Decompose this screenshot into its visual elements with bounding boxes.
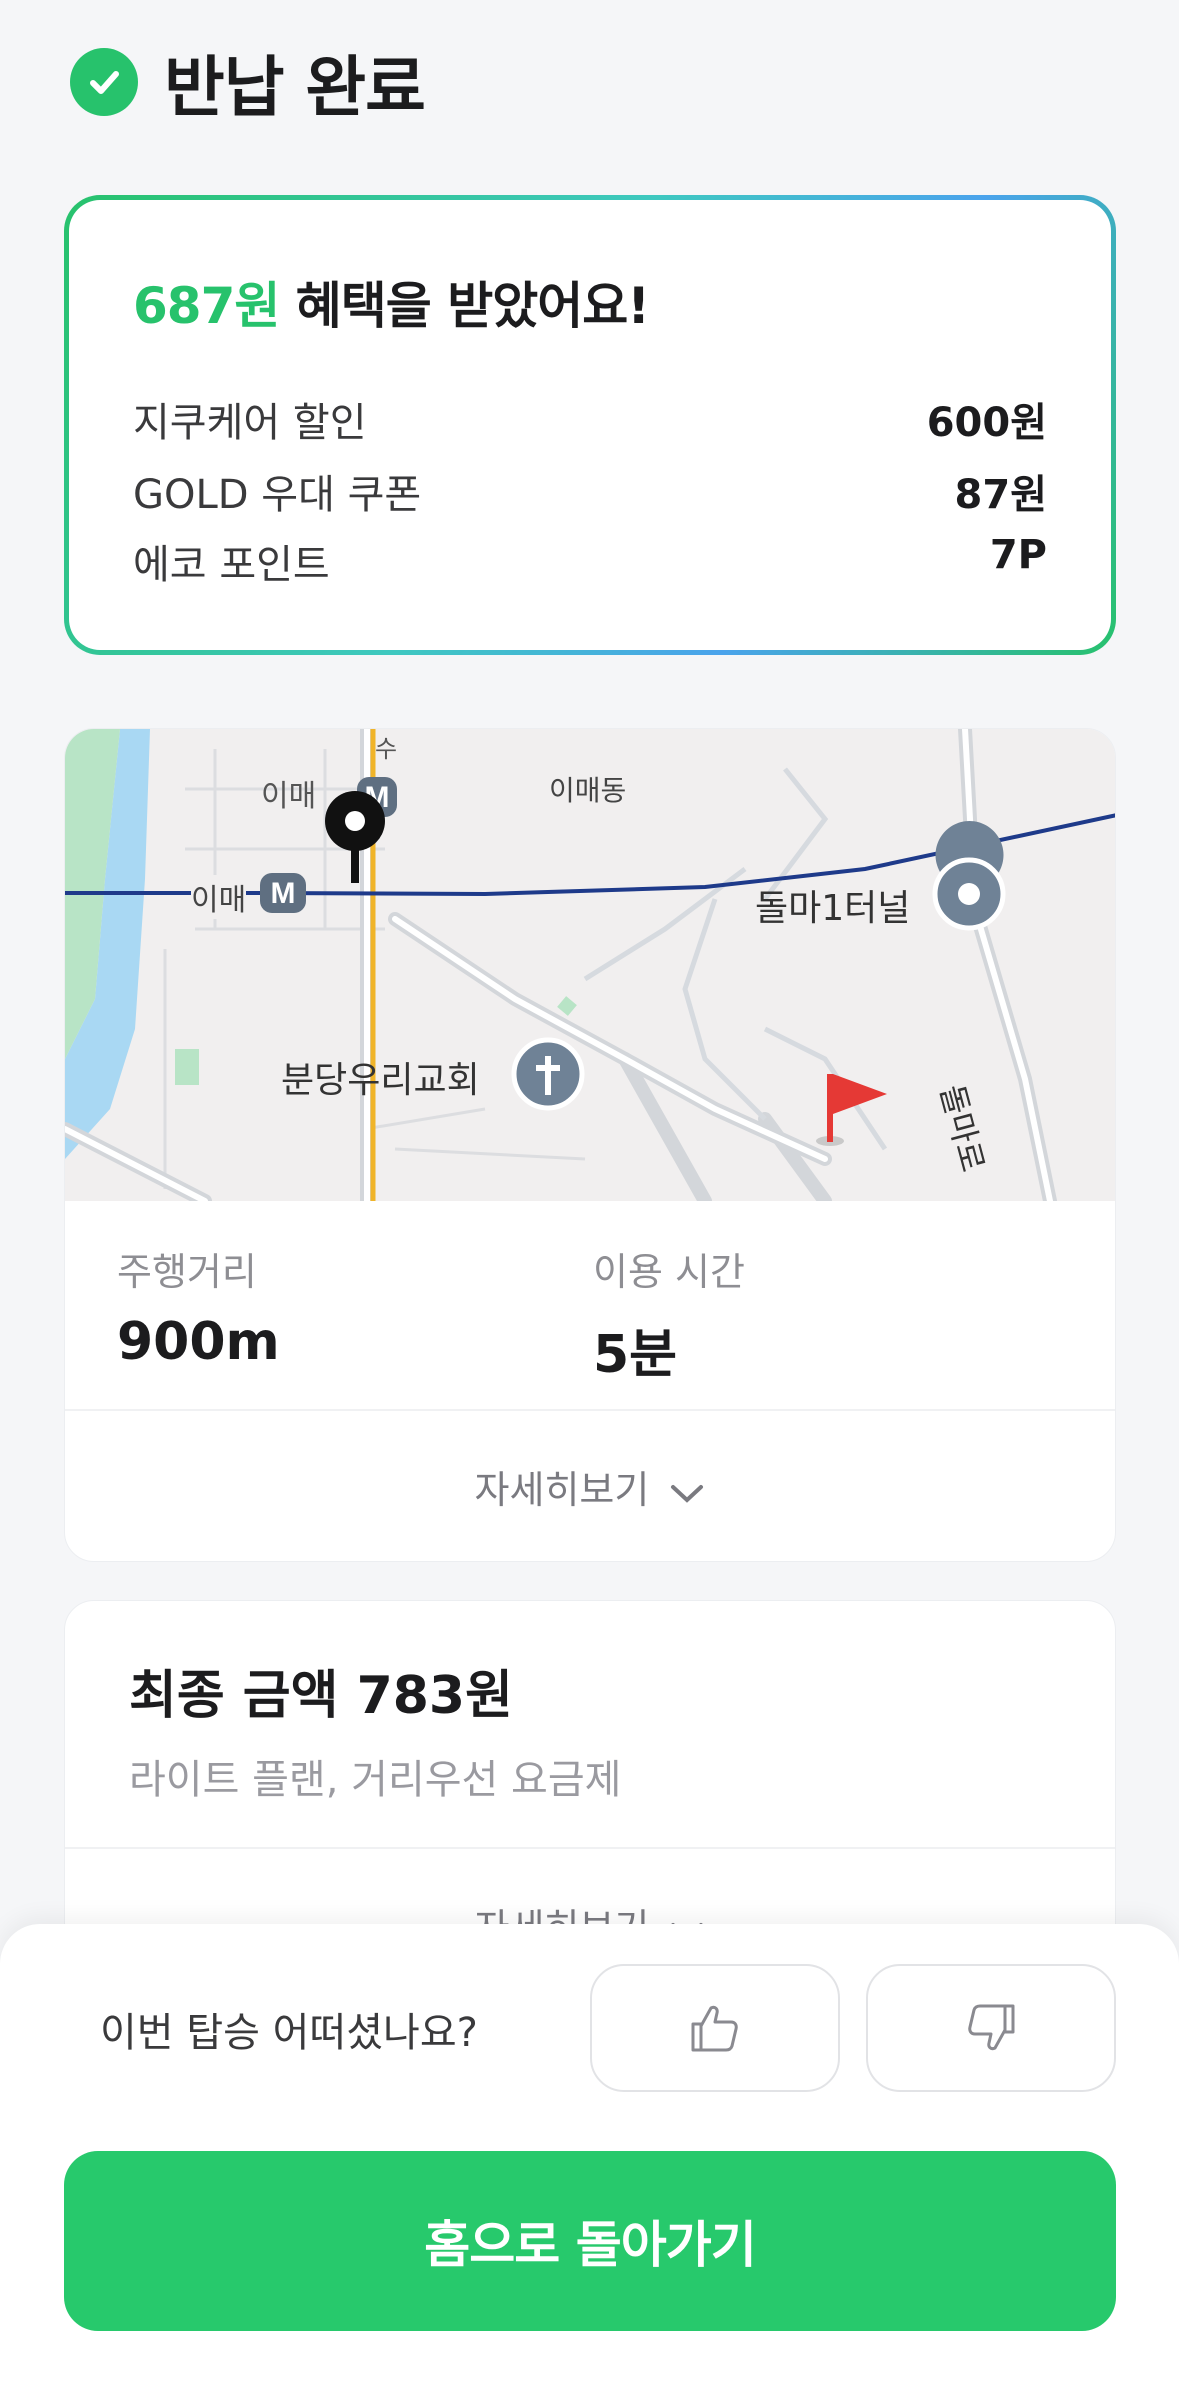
benefit-title-suffix: 혜택을 받았어요! [279,277,650,335]
map-label-station-top: 이매 [261,779,317,814]
distance-stat: 주행거리 900m [117,1241,280,1372]
benefit-row-care-discount: 지쿠케어 할인 600원 [133,390,1047,448]
time-stat: 이용 시간 5분 [593,1241,745,1387]
map-label-church: 분당우리교회 [281,1060,480,1101]
benefit-card: 687원 혜택을 받았어요! 지쿠케어 할인 600원 GOLD 우대 쿠폰 8… [64,195,1116,655]
distance-label: 주행거리 [117,1250,257,1294]
map-label-station-left: 이매 [191,875,247,919]
benefit-value: 7P [989,532,1047,578]
map-label-neighborhood: 이매동 [549,774,627,807]
benefit-amount: 687원 [133,277,280,335]
benefit-row-eco-point: 에코 포인트 7P [133,532,1047,590]
divider [65,1409,1115,1411]
trip-details-toggle[interactable]: 자세히보기 [65,1459,1115,1514]
map-label-terminal: 돌마1터널 [755,888,911,929]
thumbs-up-icon [691,2005,738,2052]
check-circle-icon [70,48,138,116]
benefit-label: 지쿠케어 할인 [133,400,367,446]
rating-question: 이번 탑승 어떠셨나요? [100,2010,478,2056]
header: 반납 완료 [70,34,426,130]
thumbs-up-button[interactable] [590,1964,840,2092]
route-map[interactable]: M M 이매 수 이매 이매동 돌마1터널 분당우리교회 돌마로 [65,729,1115,1201]
time-label: 이용 시간 [593,1250,745,1294]
fare-card: 최종 금액 783원 라이트 플랜, 거리우선 요금제 자세히보기 [64,1600,1116,1960]
benefit-title: 687원 혜택을 받았어요! [133,266,650,338]
thumbs-down-icon [968,2004,1015,2051]
distance-value: 900m [117,1312,280,1372]
svg-text:M: M [271,877,296,910]
home-button[interactable]: 홈으로 돌아가기 [64,2151,1116,2331]
time-value: 5분 [593,1325,678,1385]
map-label-road-top: 수 [375,735,398,763]
page-title: 반납 완료 [164,49,426,126]
fare-title: 최종 금액 783원 [129,1666,513,1726]
thumbs-down-button[interactable] [866,1964,1116,2092]
trip-details-label: 자세히보기 [474,1468,650,1512]
benefit-value: 600원 [926,400,1047,446]
fare-subtitle: 라이트 플랜, 거리우선 요금제 [129,1757,622,1803]
benefit-value: 87원 [954,472,1047,518]
chevron-down-icon [671,1484,704,1503]
benefit-label: 에코 포인트 [133,542,330,588]
benefit-label: GOLD 우대 쿠폰 [133,472,422,518]
benefit-row-gold-coupon: GOLD 우대 쿠폰 87원 [133,462,1047,520]
trip-card: M M 이매 수 이매 이매동 돌마1터널 분당우리교회 돌마로 주행거리 90… [64,728,1116,1562]
bottom-sheet: 이번 탑승 어떠셨나요? 홈으로 돌아가기 [0,1924,1179,2396]
divider [65,1847,1115,1849]
